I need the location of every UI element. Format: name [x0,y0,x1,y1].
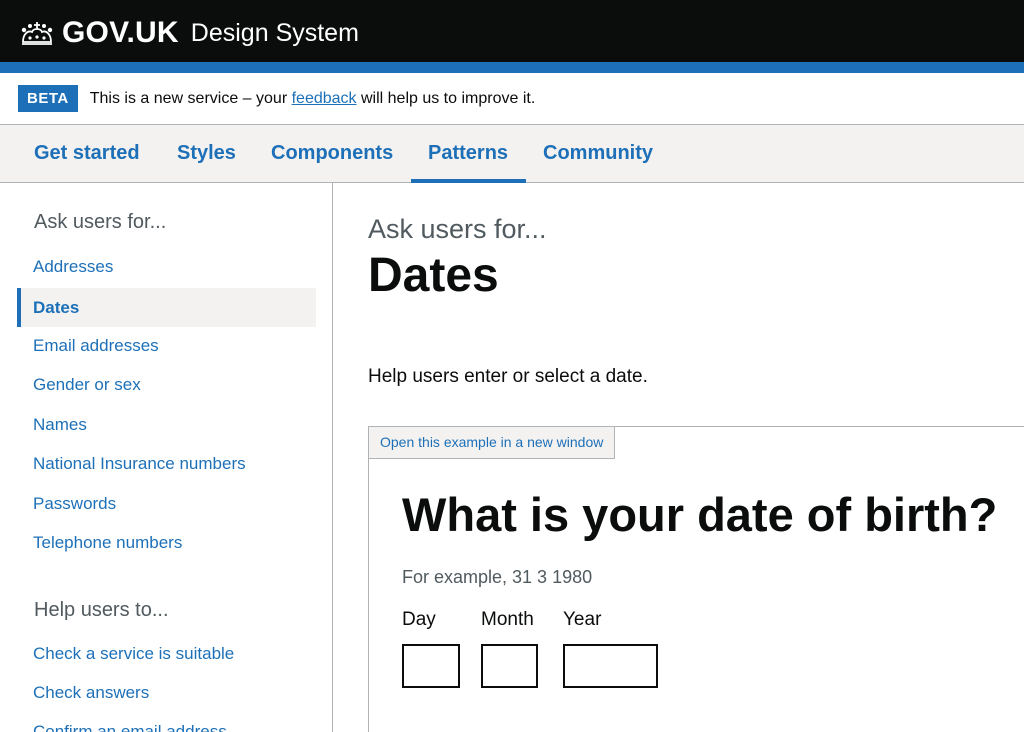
sidebar-item-addresses[interactable]: Addresses [17,247,316,286]
sidebar-item-gender-or-sex[interactable]: Gender or sex [17,365,316,404]
day-label: Day [402,609,436,630]
govuk-wordmark: GOV.UK [62,16,179,49]
day-input[interactable] [402,644,460,688]
sidebar-item-confirm-email-address[interactable]: Confirm an email address [17,712,316,732]
sidebar-navigation: Ask users for... Addresses Dates Email a… [0,183,333,732]
sidebar-heading-help-users: Help users to... [34,599,169,621]
example-frame: Open this example in a new window What i… [368,426,1024,732]
year-input[interactable] [563,644,658,688]
service-name[interactable]: Design System [191,16,359,50]
sidebar-item-email-addresses[interactable]: Email addresses [17,326,316,365]
page-lede: Help users enter or select a date. [368,366,648,387]
phase-banner-text: This is a new service – your feedback wi… [90,90,536,108]
page-title: Dates [368,249,499,302]
nav-components[interactable]: Components [254,125,410,183]
govuk-logo-link[interactable]: GOV.UK Design System [18,16,359,50]
question-heading: What is your date of birth? [402,488,998,541]
sidebar-item-check-answers[interactable]: Check answers [17,673,316,712]
feedback-link[interactable]: feedback [292,90,357,107]
sidebar-item-national-insurance-numbers[interactable]: National Insurance numbers [17,444,316,483]
sidebar-item-dates[interactable]: Dates [17,288,316,327]
nav-community[interactable]: Community [526,125,670,183]
phase-text-before: This is a new service – your [89,89,292,107]
crown-icon [21,22,53,45]
year-label: Year [563,609,602,630]
sidebar-heading-ask-users: Ask users for... [34,211,167,233]
sidebar-item-passwords[interactable]: Passwords [17,484,316,523]
month-input[interactable] [481,644,538,688]
open-example-new-window-link[interactable]: Open this example in a new window [369,427,616,459]
top-navigation: Get started Styles Components Patterns C… [0,125,1024,183]
nav-styles[interactable]: Styles [160,125,253,183]
phase-banner: BETA This is a new service – your feedba… [0,73,1024,125]
page-caption: Ask users for... [368,214,547,244]
nav-patterns[interactable]: Patterns [411,125,526,183]
nav-get-started[interactable]: Get started [17,125,157,183]
question-hint: For example, 31 3 1980 [402,567,593,587]
sidebar-item-check-service-suitable[interactable]: Check a service is suitable [17,634,316,673]
sidebar-item-names[interactable]: Names [17,405,316,444]
sidebar-item-telephone-numbers[interactable]: Telephone numbers [17,523,316,562]
site-header: GOV.UK Design System [0,0,1024,62]
month-label: Month [481,609,534,630]
header-blue-stripe [0,62,1024,73]
phase-text-after: will help us to improve it. [356,89,536,107]
beta-tag: BETA [18,85,78,112]
